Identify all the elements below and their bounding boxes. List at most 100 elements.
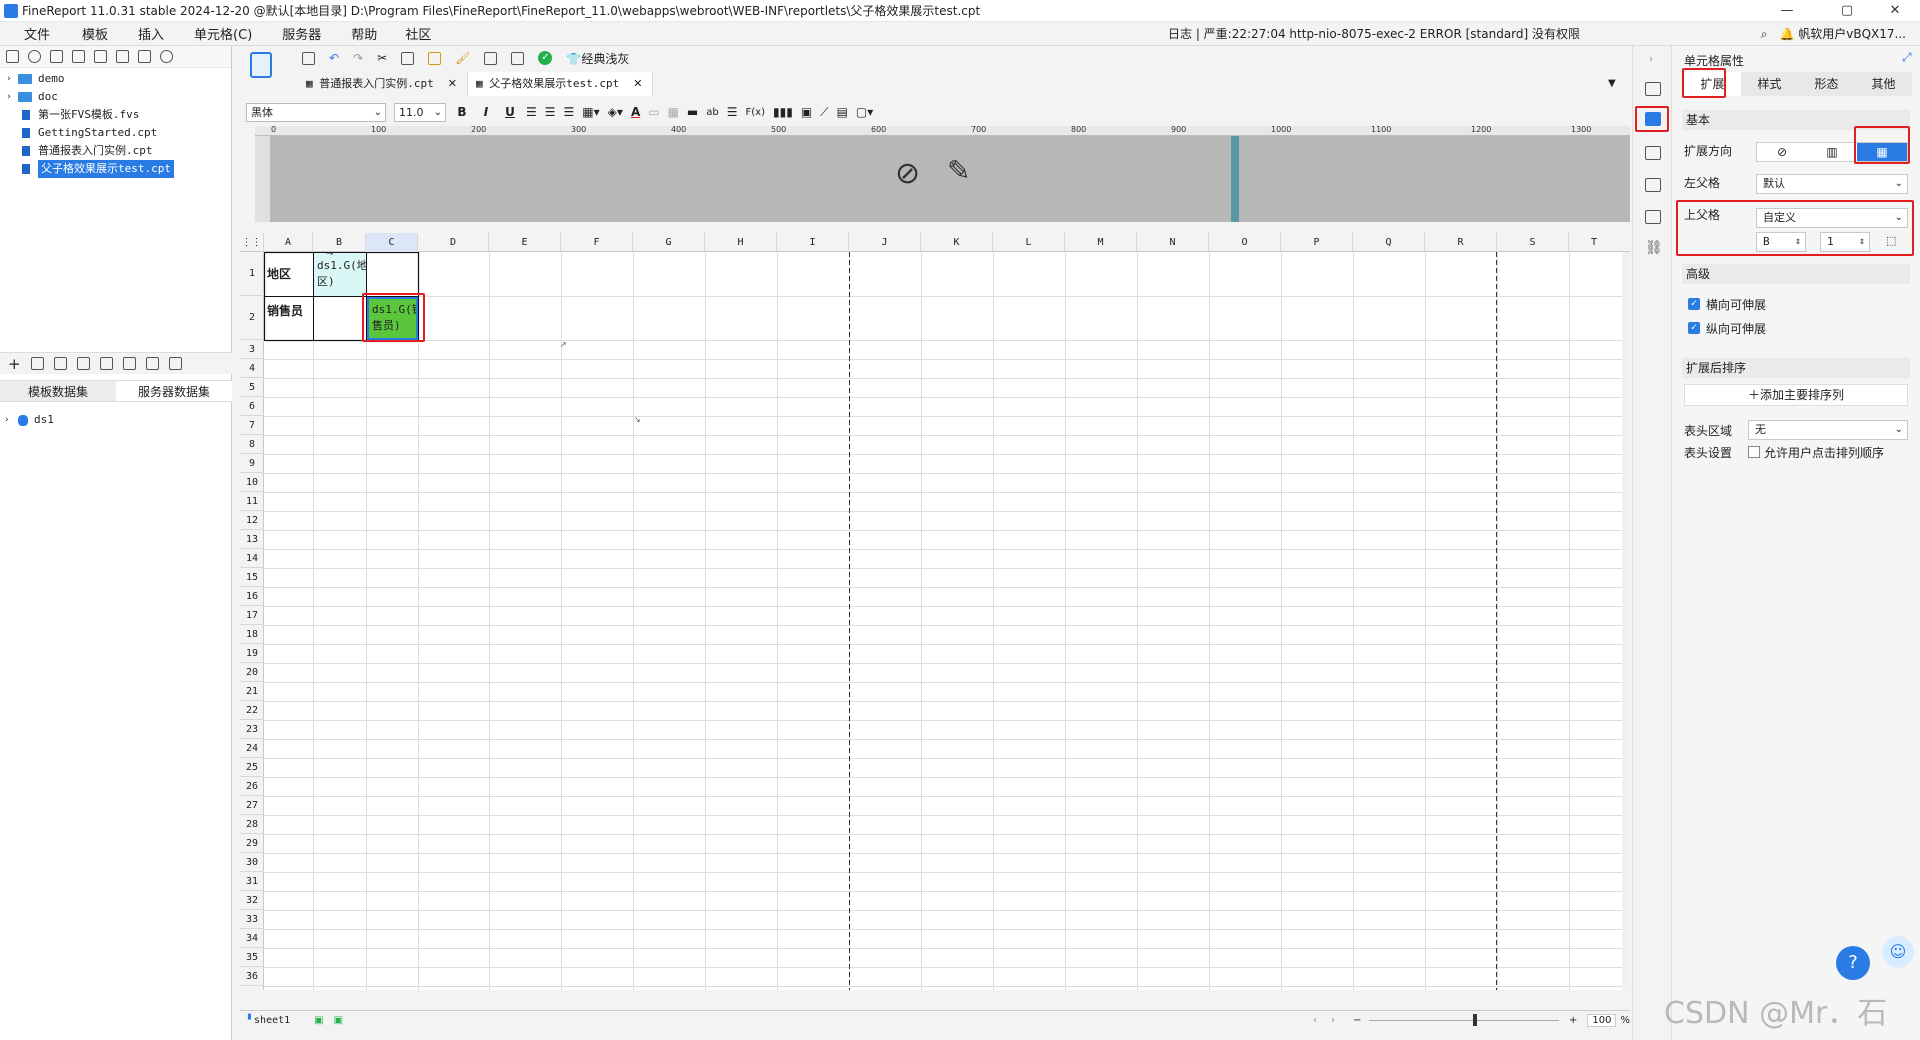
condition-icon[interactable] [1645,178,1661,192]
page-header-area[interactable]: ⊘ ✎ [271,136,1630,222]
upper-parent-row[interactable]: 1 ⇕ [1820,232,1870,252]
delete-icon[interactable] [94,50,107,63]
align-center-icon[interactable]: ☰ [545,105,556,119]
preview-search-icon[interactable] [511,51,525,65]
row-header-cell[interactable]: 11 [240,492,264,511]
more-icon[interactable] [168,357,182,370]
row-header-cell[interactable]: 24 [240,739,264,758]
fill-color-icon[interactable]: ◈▾ [608,105,623,119]
float-icon[interactable] [1645,210,1661,224]
add-sheet-icon[interactable]: ▣ [314,1015,323,1026]
new-folder-icon[interactable] [6,50,19,63]
tree-item[interactable]: 普通报表入门实例.cpt [0,142,231,160]
save-icon[interactable] [302,51,315,65]
row-header-cell[interactable]: 31 [240,872,264,891]
version-icon[interactable] [72,50,85,63]
menu-help[interactable]: 帮助 [351,24,377,43]
cell-a1[interactable]: 地区 [264,264,313,288]
zoom-slider[interactable] [1369,1014,1559,1026]
border-icon[interactable]: ▦▾ [582,105,599,119]
align-left-icon[interactable]: ☰ [526,105,537,119]
add-dataset-icon[interactable]: + [8,355,21,373]
font-color-icon[interactable]: A [631,105,640,119]
row-header-cell[interactable]: 36 [240,967,264,986]
row-header-cell[interactable]: 29 [240,834,264,853]
check-icon[interactable]: ✓ [538,51,553,65]
cell-b1[interactable]: ds1.G(地区) [314,253,366,296]
row-header-cell[interactable]: 21 [240,682,264,701]
rich-text-icon[interactable]: ☰ [727,105,738,119]
cell-property-icon[interactable] [1645,112,1661,126]
row-header-cell[interactable]: 33 [240,910,264,929]
hyperlink-icon[interactable]: ⛓ [1645,240,1663,256]
section-sort[interactable]: 扩展后排序 [1682,358,1910,378]
row-header-cell[interactable]: 35 [240,948,264,967]
cell-element-icon[interactable] [1645,146,1661,160]
row-header-cell[interactable]: 5 [240,378,264,397]
row-header-cell[interactable]: 14 [240,549,264,568]
row-header-cell[interactable]: 2 [240,296,264,340]
tab-document[interactable]: ▦ 普通报表入门实例.cpt ✕ [298,72,468,96]
merge-icon[interactable]: ▭ [648,105,659,119]
zoom-out-button[interactable]: − [1353,1015,1361,1026]
template-param-icon[interactable] [484,51,498,65]
font-size-select[interactable]: 11.0 ⌄ [394,102,446,122]
param-icon[interactable] [122,357,136,370]
row-header-cell[interactable]: 20 [240,663,264,682]
menu-insert[interactable]: 插入 [138,24,164,43]
tree-item[interactable]: › demo [0,70,231,88]
float-element-icon[interactable]: ▢▾ [856,105,873,119]
text-ab-icon[interactable]: ab [706,107,718,118]
tab-form[interactable]: 形态 [1798,72,1855,96]
tab-other[interactable]: 其他 [1855,72,1912,96]
collapse-arrow-icon[interactable]: › [1649,54,1653,65]
paste-icon[interactable] [428,51,442,65]
dataset-icon[interactable] [76,357,90,370]
chart-icon[interactable]: ▮▮▮ [773,105,793,119]
row-header-cell[interactable]: 28 [240,815,264,834]
bold-button[interactable]: B [454,105,470,119]
theme-button[interactable]: 👕经典浅灰 [566,50,629,67]
tab-template-dataset[interactable]: 模板数据集 [0,381,116,401]
tab-document-active[interactable]: ▦ 父子格效果展示test.cpt ✕ [467,72,654,96]
preview-icon[interactable] [99,357,113,370]
row-header-cell[interactable]: 9 [240,454,264,473]
redo-icon[interactable]: ↷ [353,51,363,65]
help-button[interactable]: ? [1836,946,1870,980]
row-header-cell[interactable]: 12 [240,511,264,530]
cut-icon[interactable]: ✂ [377,51,387,65]
locate-icon[interactable] [160,50,173,63]
col-header[interactable]: B [313,233,366,252]
align-right-icon[interactable]: ☰ [564,105,575,119]
pick-cell-icon[interactable]: ⬚ [1886,234,1896,247]
col-header[interactable]: D [418,233,489,252]
zoom-value[interactable]: 100 [1587,1014,1617,1027]
no-expand-icon[interactable]: ⊘ [1757,143,1807,161]
widget-icon[interactable] [1645,82,1661,96]
close-tab-icon[interactable]: ✕ [448,77,457,90]
left-parent-select[interactable]: 默认 ⌄ [1756,174,1908,194]
minimize-button[interactable]: — [1764,0,1810,22]
tree-item-selected[interactable]: 父子格效果展示test.cpt [0,160,231,178]
chat-icon[interactable]: ☺ [1882,936,1914,968]
col-header[interactable]: F [561,233,633,252]
pin-icon[interactable]: ⤢ [1902,50,1912,65]
add-polyform-icon[interactable]: ▣ [334,1015,343,1026]
row-header-cell[interactable]: 22 [240,701,264,720]
format-painter-icon[interactable]: 🖌 [455,51,470,65]
subreport-icon[interactable]: ▤ [837,105,848,119]
row-header-cell[interactable]: 17 [240,606,264,625]
col-header[interactable]: H [705,233,777,252]
copy-icon[interactable] [401,51,415,65]
row-header-cell[interactable]: 7 [240,416,264,435]
row-header-cell[interactable]: 19 [240,644,264,663]
prev-sheet-icon[interactable]: ‹ [1313,1015,1317,1026]
col-header[interactable]: Q [1353,233,1425,252]
col-header[interactable]: A [264,233,313,252]
row-header-cell[interactable]: 4 [240,359,264,378]
col-header[interactable]: T [1569,233,1619,252]
font-family-select[interactable]: 黑体 ⌄ [246,102,386,122]
spreadsheet-grid[interactable]: 地区 ds1.G(地区) → 销售员 ds1.G(销售员) ↗ ↘ [264,252,1630,990]
image-icon[interactable]: ▣ [801,105,812,119]
col-header[interactable]: N [1137,233,1209,252]
